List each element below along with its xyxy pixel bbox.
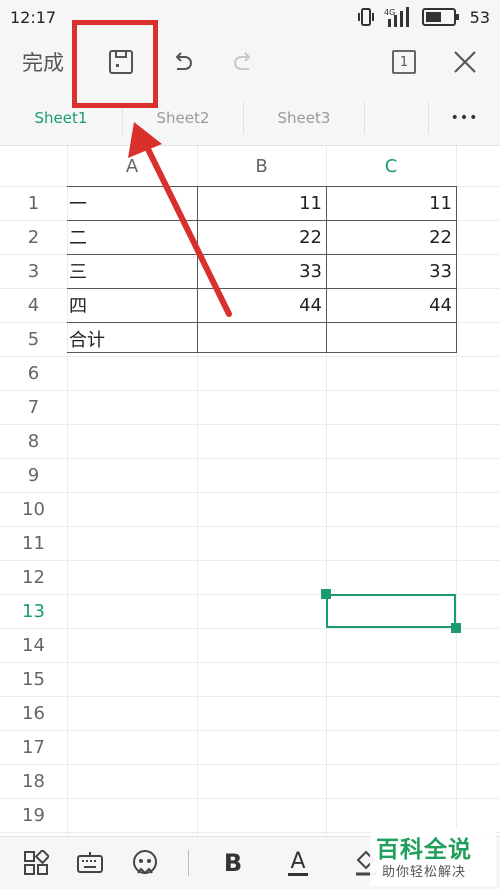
assistant-face-icon xyxy=(133,850,157,875)
row-header[interactable]: 8 xyxy=(0,424,67,458)
cell-b5[interactable] xyxy=(197,322,326,356)
row-header[interactable]: 17 xyxy=(0,730,67,764)
row-header[interactable]: 3 xyxy=(0,254,67,288)
vibrate-icon xyxy=(357,8,374,26)
grid-line xyxy=(0,628,500,629)
font-color-button[interactable]: A xyxy=(282,847,314,879)
row-header[interactable]: 19 xyxy=(0,798,67,832)
row-header[interactable]: 14 xyxy=(0,628,67,662)
row-header[interactable]: 5 xyxy=(0,322,67,356)
redo-icon xyxy=(234,52,251,70)
column-header-a[interactable]: A xyxy=(67,146,197,186)
done-button[interactable]: 完成 xyxy=(22,34,64,90)
grid-line xyxy=(0,458,500,459)
bold-button[interactable]: B xyxy=(217,847,249,879)
cell-b1[interactable]: 11 xyxy=(197,186,326,220)
page-count-label: 1 xyxy=(399,54,409,70)
row-header[interactable]: 10 xyxy=(0,492,67,526)
keyboard-button[interactable] xyxy=(74,847,106,879)
cell-b3[interactable]: 33 xyxy=(197,254,326,288)
status-time: 12:17 xyxy=(10,8,57,27)
grid-line xyxy=(0,662,500,663)
spreadsheet-grid[interactable]: A B C 1 2 3 4 5 6 7 8 9 10 11 12 13 14 15 16 17 18 19 一 11… xyxy=(0,146,500,836)
grid-line xyxy=(0,356,500,357)
cell-c3[interactable]: 33 xyxy=(326,254,456,288)
cell-c5[interactable] xyxy=(326,322,456,356)
more-tabs-button[interactable]: ••• xyxy=(429,90,500,145)
selection-handle-top-left[interactable] xyxy=(321,589,331,599)
cell-c1[interactable]: 11 xyxy=(326,186,456,220)
grid-line xyxy=(0,764,500,765)
status-icons: 4G 53 xyxy=(357,5,490,29)
column-header-c[interactable]: C xyxy=(326,146,456,186)
cell-c4[interactable]: 44 xyxy=(326,288,456,322)
grid-line xyxy=(0,424,500,425)
cell-a3[interactable]: 三 xyxy=(67,254,197,288)
row-header[interactable]: 12 xyxy=(0,560,67,594)
battery-icon xyxy=(421,8,459,26)
row-header[interactable]: 16 xyxy=(0,696,67,730)
cell-a2[interactable]: 二 xyxy=(67,220,197,254)
row-header[interactable]: 11 xyxy=(0,526,67,560)
redo-button[interactable] xyxy=(228,34,260,90)
cell-a1[interactable]: 一 xyxy=(67,186,197,220)
cell-a5[interactable]: 合计 xyxy=(67,322,197,356)
tab-divider xyxy=(364,102,365,134)
keyboard-icon xyxy=(77,852,103,873)
network-label: 4G xyxy=(384,8,395,17)
row-header[interactable]: 2 xyxy=(0,220,67,254)
column-header-b[interactable]: B xyxy=(197,146,326,186)
grid-line xyxy=(0,730,500,731)
page-count-button[interactable]: 1 xyxy=(388,34,420,90)
cell-b4[interactable]: 44 xyxy=(197,288,326,322)
undo-button[interactable] xyxy=(166,34,198,90)
tab-sheet3[interactable]: Sheet3 xyxy=(244,90,364,145)
font-color-icon: A xyxy=(288,848,308,876)
apps-icon xyxy=(24,850,49,875)
row-header[interactable]: 7 xyxy=(0,390,67,424)
close-button[interactable] xyxy=(450,34,480,90)
row-header[interactable]: 9 xyxy=(0,458,67,492)
watermark: 百科全说 助你轻松解决 xyxy=(370,828,496,886)
watermark-title: 百科全说 xyxy=(376,837,472,863)
grid-line xyxy=(0,696,500,697)
row-header[interactable]: 18 xyxy=(0,764,67,798)
row-header[interactable]: 15 xyxy=(0,662,67,696)
grid-line xyxy=(0,390,500,391)
row-header[interactable]: 13 xyxy=(0,594,67,628)
battery-level: 53 xyxy=(469,7,490,27)
apps-button[interactable] xyxy=(20,847,52,879)
grid-line xyxy=(0,526,500,527)
undo-icon xyxy=(175,52,192,70)
annotation-highlight-box xyxy=(72,20,158,108)
row-header[interactable]: 4 xyxy=(0,288,67,322)
selection-handle-bottom-right[interactable] xyxy=(451,623,461,633)
cell-a4[interactable]: 四 xyxy=(67,288,197,322)
grid-line xyxy=(0,798,500,799)
signal-icon: 4G xyxy=(384,7,409,27)
grid-line xyxy=(0,560,500,561)
grid-line xyxy=(0,492,500,493)
assistant-button[interactable] xyxy=(129,847,161,879)
selected-cell-c13[interactable] xyxy=(326,594,456,628)
bold-icon: B xyxy=(223,849,243,877)
row-header[interactable]: 6 xyxy=(0,356,67,390)
toolbar-divider xyxy=(188,850,189,876)
watermark-subtitle: 助你轻松解决 xyxy=(382,865,467,880)
cell-c2[interactable]: 22 xyxy=(326,220,456,254)
row-header[interactable]: 1 xyxy=(0,186,67,220)
cell-b2[interactable]: 22 xyxy=(197,220,326,254)
close-icon xyxy=(454,51,476,73)
